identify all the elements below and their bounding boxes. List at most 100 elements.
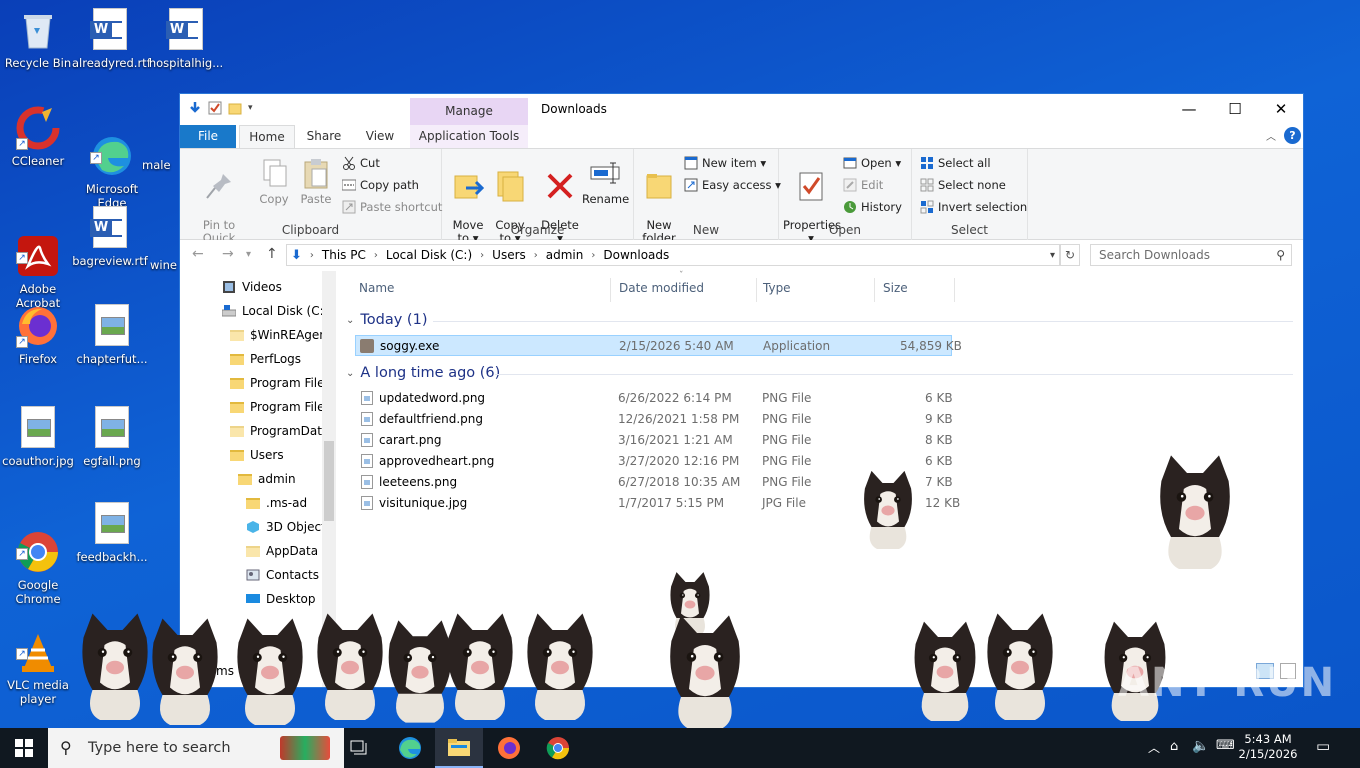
customize-qat-icon[interactable]: ▾ bbox=[248, 101, 262, 115]
tab-share[interactable]: Share bbox=[298, 125, 350, 148]
manage-contextual-tab[interactable]: Manage bbox=[410, 98, 528, 125]
open-icon bbox=[843, 156, 857, 170]
desktop-icon-recycle-bin[interactable]: Recycle Bin bbox=[0, 8, 76, 70]
rename-button[interactable]: Rename bbox=[582, 157, 629, 206]
desktop-icon-hospitalhig[interactable]: W hospitalhig... bbox=[148, 8, 224, 70]
copy-path-button[interactable]: Copy path bbox=[341, 178, 419, 192]
tab-file[interactable]: File bbox=[180, 125, 236, 148]
desktop-icon-chrome[interactable]: ↗ Google Chrome bbox=[0, 502, 76, 606]
desktop-icon-ccleaner[interactable]: ↗ CCleaner bbox=[0, 106, 76, 168]
start-button[interactable] bbox=[0, 728, 48, 768]
taskbar-chrome[interactable] bbox=[534, 728, 582, 768]
new-folder-qat-icon[interactable] bbox=[228, 101, 242, 115]
minimize-button[interactable]: — bbox=[1166, 94, 1212, 125]
nav-item-ms-ad[interactable]: .ms-ad bbox=[246, 492, 307, 514]
collapse-ribbon-icon[interactable]: ︿ bbox=[1266, 128, 1276, 143]
properties-qat-icon[interactable] bbox=[188, 101, 202, 115]
file-row[interactable]: leeteens.png 6/27/2018 10:35 AM PNG File… bbox=[355, 472, 953, 493]
nav-item-3d-objects[interactable]: 3D Objects bbox=[246, 516, 332, 538]
address-bar[interactable]: ⬇ › This PC › Local Disk (C:) › Users › … bbox=[286, 244, 1060, 266]
desktop-icon-chapterfut[interactable]: chapterfut... bbox=[74, 304, 150, 366]
nav-item-winreagent[interactable]: $WinREAgent bbox=[230, 324, 332, 346]
network-icon[interactable]: ⌂ bbox=[1170, 739, 1178, 754]
nav-item-programdata[interactable]: ProgramData bbox=[230, 420, 329, 442]
desktop-icon-wine[interactable]: wine bbox=[150, 206, 182, 272]
column-header-date-modified[interactable]: Date modified bbox=[613, 278, 757, 302]
nav-item-desktop[interactable]: Desktop bbox=[246, 588, 316, 610]
file-row[interactable]: soggy.exe 2/15/2026 5:40 AM Application … bbox=[355, 335, 962, 356]
tab-view[interactable]: View bbox=[354, 125, 406, 148]
desktop-icon-acrobat[interactable]: ↗ Adobe Acrobat bbox=[0, 206, 76, 310]
task-view-button[interactable] bbox=[336, 728, 384, 768]
file-row[interactable]: approvedheart.png 3/27/2020 12:16 PM PNG… bbox=[355, 451, 953, 472]
taskbar-firefox[interactable] bbox=[485, 728, 533, 768]
history-button[interactable]: History bbox=[843, 200, 902, 214]
recent-locations-icon[interactable]: ▾ bbox=[246, 249, 251, 260]
breadcrumb-local-disk[interactable]: Local Disk (C:) bbox=[386, 248, 472, 262]
breadcrumb-downloads[interactable]: Downloads bbox=[603, 248, 669, 262]
select-none-button[interactable]: Select none bbox=[920, 178, 1006, 192]
nav-item-appdata[interactable]: AppData bbox=[246, 540, 318, 562]
nav-item-admin[interactable]: admin bbox=[238, 468, 296, 490]
close-button[interactable]: ✕ bbox=[1258, 94, 1303, 125]
nav-item-videos[interactable]: Videos bbox=[222, 276, 282, 298]
breadcrumb-this-pc[interactable]: This PC bbox=[322, 248, 366, 262]
paste-shortcut-button[interactable]: Paste shortcut bbox=[342, 200, 442, 214]
group-today[interactable]: ⌄ Today (1) bbox=[346, 312, 427, 328]
desktop-icon-vlc[interactable]: ↗ VLC media player bbox=[0, 602, 76, 706]
desktop-icon-alreadyred[interactable]: W alreadyred.rtf bbox=[72, 8, 151, 70]
desktop-icon-firefox[interactable]: ↗ Firefox bbox=[0, 304, 76, 366]
desktop-icon-egfall[interactable]: egfall.png bbox=[74, 406, 150, 468]
up-arrow-icon[interactable]: ↑ bbox=[266, 246, 278, 262]
file-row[interactable]: defaultfriend.png 12/26/2021 1:58 PM PNG… bbox=[355, 409, 953, 430]
cut-button[interactable]: Cut bbox=[342, 156, 380, 170]
file-row[interactable]: updatedword.png 6/26/2022 6:14 PM PNG Fi… bbox=[355, 388, 953, 409]
desktop-icon-feedbackh[interactable]: feedbackh... bbox=[74, 502, 150, 564]
tab-application-tools[interactable]: Application Tools bbox=[410, 125, 528, 148]
tab-home[interactable]: Home bbox=[239, 125, 295, 148]
clock[interactable]: 5:43 AM 2/15/2026 bbox=[1236, 732, 1300, 762]
new-item-button[interactable]: New item ▾ bbox=[684, 156, 766, 170]
checklist-qat-icon[interactable] bbox=[208, 101, 222, 115]
breadcrumb-admin[interactable]: admin bbox=[546, 248, 584, 262]
desktop-icon-edge[interactable]: ↗ Microsoft Edge bbox=[74, 106, 150, 210]
help-icon[interactable]: ? bbox=[1284, 127, 1301, 144]
column-header-size[interactable]: Size bbox=[877, 278, 955, 302]
easy-access-button[interactable]: Easy access ▾ bbox=[684, 178, 781, 192]
volume-icon[interactable]: 🔈 bbox=[1192, 738, 1209, 754]
nav-item-local-disk[interactable]: Local Disk (C:) bbox=[221, 300, 328, 322]
navigation-scrollbar[interactable] bbox=[322, 271, 336, 687]
search-input[interactable]: Search Downloads ⚲ bbox=[1090, 244, 1292, 266]
column-header-type[interactable]: Type bbox=[757, 278, 875, 302]
taskbar-edge[interactable] bbox=[386, 728, 434, 768]
paste-button[interactable]: Paste bbox=[298, 157, 334, 206]
breadcrumb-users[interactable]: Users bbox=[492, 248, 526, 262]
column-header-name[interactable]: Name bbox=[353, 278, 611, 302]
invert-selection-button[interactable]: Invert selection bbox=[920, 200, 1027, 214]
taskbar-search-box[interactable]: ⚲ Type here to search bbox=[48, 728, 344, 768]
maximize-button[interactable]: ☐ bbox=[1212, 94, 1258, 125]
desktop-icon-bagreview[interactable]: W bagreview.rtf bbox=[72, 206, 148, 268]
keyboard-icon[interactable]: ⌨ bbox=[1216, 738, 1235, 753]
desktop-icon-coauthor[interactable]: coauthor.jpg bbox=[0, 406, 76, 468]
nav-item-contacts[interactable]: Contacts bbox=[246, 564, 319, 586]
chevron-up-icon[interactable]: ︿ bbox=[1148, 739, 1160, 756]
nav-item-program-files[interactable]: Program Files bbox=[230, 372, 331, 394]
notification-icon[interactable]: ▭ bbox=[1316, 737, 1330, 755]
forward-arrow-icon[interactable]: → bbox=[222, 246, 234, 262]
back-arrow-icon[interactable]: ← bbox=[192, 246, 204, 262]
file-row[interactable]: carart.png 3/16/2021 1:21 AM PNG File 8 … bbox=[355, 430, 953, 451]
taskbar-file-explorer[interactable] bbox=[435, 728, 483, 768]
edit-button[interactable]: Edit bbox=[843, 178, 883, 192]
desktop-icon-male[interactable]: male bbox=[142, 106, 182, 172]
file-row[interactable]: visitunique.jpg 1/7/2017 5:15 PM JPG Fil… bbox=[355, 493, 960, 514]
select-all-button[interactable]: Select all bbox=[920, 156, 991, 170]
nav-item-perflogs[interactable]: PerfLogs bbox=[230, 348, 301, 370]
refresh-icon[interactable]: ↻ bbox=[1060, 244, 1080, 266]
open-button[interactable]: Open ▾ bbox=[843, 156, 901, 170]
copy-button[interactable]: Copy bbox=[256, 157, 292, 206]
group-long-time-ago[interactable]: ⌄ A long time ago (6) bbox=[346, 365, 500, 381]
address-dropdown-icon[interactable]: ▾ bbox=[1050, 250, 1055, 261]
nav-item-program-files-x86[interactable]: Program Files bbox=[230, 396, 331, 418]
nav-item-users[interactable]: Users bbox=[230, 444, 284, 466]
